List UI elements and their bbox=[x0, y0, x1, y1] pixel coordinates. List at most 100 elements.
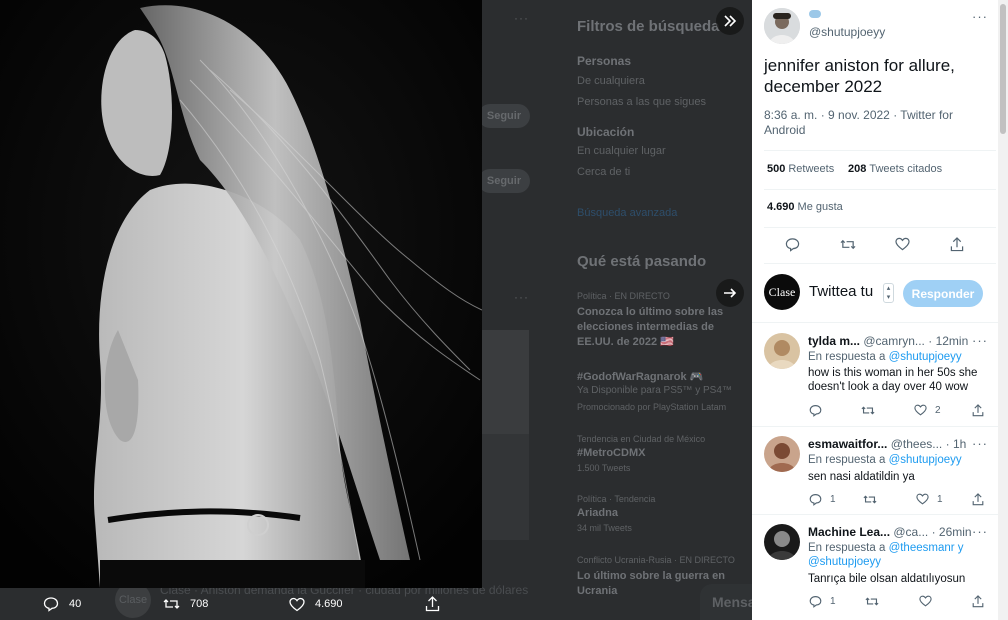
comment-time: · 12min bbox=[928, 334, 969, 348]
photo-illustration bbox=[0, 0, 482, 588]
author-handle[interactable]: @shutupjoeyy bbox=[809, 25, 885, 39]
trend1-title[interactable]: Conozca lo último sobre las elecciones i… bbox=[577, 305, 727, 350]
people-option-anyone[interactable]: De cualquiera bbox=[577, 75, 645, 87]
more-icon: ··· bbox=[514, 11, 529, 25]
like-icon[interactable] bbox=[894, 236, 910, 252]
reply-mention[interactable]: @shutupjoeyy bbox=[889, 454, 962, 466]
people-option-following[interactable]: Personas a las que sigues bbox=[577, 96, 706, 108]
retweet-icon bbox=[163, 599, 180, 609]
retweet-action[interactable]: 708 bbox=[163, 588, 208, 620]
stepper-icon[interactable]: ▴ ▾ bbox=[883, 283, 894, 303]
comment-author[interactable]: esmawaitfor... @thees... · 1h bbox=[808, 437, 966, 451]
like-icon[interactable]: 1 bbox=[916, 493, 943, 505]
share-action[interactable] bbox=[425, 588, 450, 620]
retweets-label: Retweets bbox=[788, 163, 835, 175]
avatar[interactable] bbox=[764, 8, 800, 44]
comment-time: · 26min bbox=[931, 525, 972, 539]
trend1-meta: Política · EN DIRECTO bbox=[577, 291, 670, 301]
comment-author[interactable]: tylda m... @camryn... · 12min bbox=[808, 334, 968, 348]
likes-label: Me gusta bbox=[797, 201, 843, 213]
list-item[interactable]: esmawaitfor... @thees... · 1h ··· En res… bbox=[752, 427, 998, 519]
retweets-value: 500 bbox=[767, 163, 786, 175]
reply-icon[interactable] bbox=[809, 404, 830, 417]
quotes-label: Tweets citados bbox=[869, 163, 943, 175]
share-icon[interactable] bbox=[972, 404, 992, 417]
like-icon[interactable]: 2 bbox=[914, 404, 941, 416]
comment-handle: @ca... bbox=[893, 525, 929, 539]
trend3-meta: Tendencia en Ciudad de México bbox=[577, 434, 706, 444]
like-action[interactable]: 4.690 bbox=[289, 588, 343, 620]
reply-count: 40 bbox=[69, 598, 82, 610]
more-icon[interactable]: ··· bbox=[972, 436, 988, 451]
collapse-panel-button[interactable] bbox=[716, 7, 744, 35]
comment-text: Tanrıça bile olsan aldatılıyosun bbox=[808, 573, 966, 585]
avatar[interactable] bbox=[764, 524, 800, 560]
reply-submit-button[interactable]: Responder bbox=[903, 280, 983, 307]
comment-reply-count: 1 bbox=[830, 596, 836, 607]
share-icon[interactable] bbox=[949, 236, 965, 252]
reply-icon bbox=[43, 597, 59, 612]
reply-context: En respuesta a @shutupjoeyy bbox=[808, 453, 988, 467]
avatar[interactable] bbox=[764, 333, 800, 369]
comment-text: sen nasi aldatildin ya bbox=[808, 471, 915, 483]
collapse-panel-icon bbox=[724, 15, 737, 27]
quotes-stat[interactable]: 208 Tweets citados bbox=[848, 163, 942, 175]
reply-icon[interactable]: 1 bbox=[809, 493, 836, 506]
reply-prefix: En respuesta a bbox=[808, 542, 886, 554]
more-icon[interactable]: ··· bbox=[972, 333, 988, 348]
share-icon[interactable] bbox=[972, 595, 992, 608]
tweet-photo[interactable] bbox=[0, 0, 482, 588]
avatar[interactable]: Clase bbox=[764, 274, 800, 310]
media-viewer: ··· Filtros de búsqueda Personas De cual… bbox=[0, 0, 1008, 620]
like-icon[interactable] bbox=[919, 595, 940, 607]
comment-name: tylda m... bbox=[808, 334, 861, 348]
retweets-stat[interactable]: 500 Retweets bbox=[767, 163, 834, 175]
reply-icon[interactable]: 1 bbox=[809, 595, 836, 608]
tweet-meta[interactable]: 8:36 a. m. · 9 nov. 2022 · Twitter for A… bbox=[764, 108, 994, 138]
reply-mention[interactable]: @theesmanr y bbox=[889, 542, 964, 554]
quotes-value: 208 bbox=[848, 163, 867, 175]
scrollbar[interactable] bbox=[998, 0, 1008, 620]
people-heading: Personas bbox=[577, 54, 632, 68]
reply-action[interactable]: 40 bbox=[43, 588, 81, 620]
reply-mention[interactable]: @shutupjoeyy bbox=[889, 351, 962, 363]
reply-icon[interactable] bbox=[784, 236, 800, 252]
retweet-icon[interactable] bbox=[865, 595, 887, 608]
follow-button-2[interactable]: Seguir bbox=[478, 169, 530, 193]
reply-context: En respuesta a @shutupjoeyy bbox=[808, 350, 988, 364]
location-heading: Ubicación bbox=[577, 125, 635, 139]
likes-stat[interactable]: 4.690 Me gusta bbox=[767, 201, 843, 213]
comment-name: esmawaitfor... bbox=[808, 437, 888, 451]
like-icon bbox=[289, 597, 305, 611]
comment-time: · 1h bbox=[945, 437, 967, 451]
author-avatar-image bbox=[764, 8, 800, 44]
list-item[interactable]: tylda m... @camryn... · 12min ··· En res… bbox=[752, 323, 998, 426]
photo-action-bar: 40 708 4.690 bbox=[0, 588, 752, 620]
retweet-icon[interactable] bbox=[861, 404, 883, 417]
trend4-title[interactable]: Ariadna bbox=[577, 507, 618, 519]
more-icon[interactable]: ··· bbox=[972, 524, 988, 539]
trend-card bbox=[482, 434, 529, 540]
comment-like-count: 2 bbox=[935, 404, 941, 416]
next-image-button[interactable] bbox=[716, 279, 744, 307]
divider bbox=[764, 227, 996, 228]
scrollbar-thumb[interactable] bbox=[1000, 4, 1006, 134]
retweet-icon[interactable] bbox=[839, 236, 856, 252]
comment-handle: @thees... bbox=[890, 437, 943, 451]
follow-button[interactable]: Seguir bbox=[478, 104, 530, 128]
avatar[interactable] bbox=[764, 436, 800, 472]
advanced-search-link[interactable]: Búsqueda avanzada bbox=[577, 207, 677, 219]
divider bbox=[764, 263, 996, 264]
location-option-anywhere[interactable]: En cualquier lugar bbox=[577, 145, 666, 157]
reply-mention-2[interactable]: @shutupjoeyy bbox=[808, 556, 881, 568]
comment-author[interactable]: Machine Lea... @ca... · 26min bbox=[808, 525, 972, 539]
retweet-icon[interactable] bbox=[863, 493, 885, 506]
location-option-near[interactable]: Cerca de ti bbox=[577, 166, 630, 178]
reply-input[interactable]: Twittea tu bbox=[809, 283, 873, 300]
trend2-title[interactable]: #GodofWarRagnarok 🎮 bbox=[577, 370, 703, 383]
share-icon bbox=[425, 596, 440, 612]
list-item[interactable]: Machine Lea... @ca... · 26min ··· En res… bbox=[752, 515, 998, 620]
trend3-title[interactable]: #MetroCDMX bbox=[577, 447, 645, 459]
more-icon[interactable]: ··· bbox=[972, 9, 988, 24]
share-icon[interactable] bbox=[972, 493, 992, 506]
